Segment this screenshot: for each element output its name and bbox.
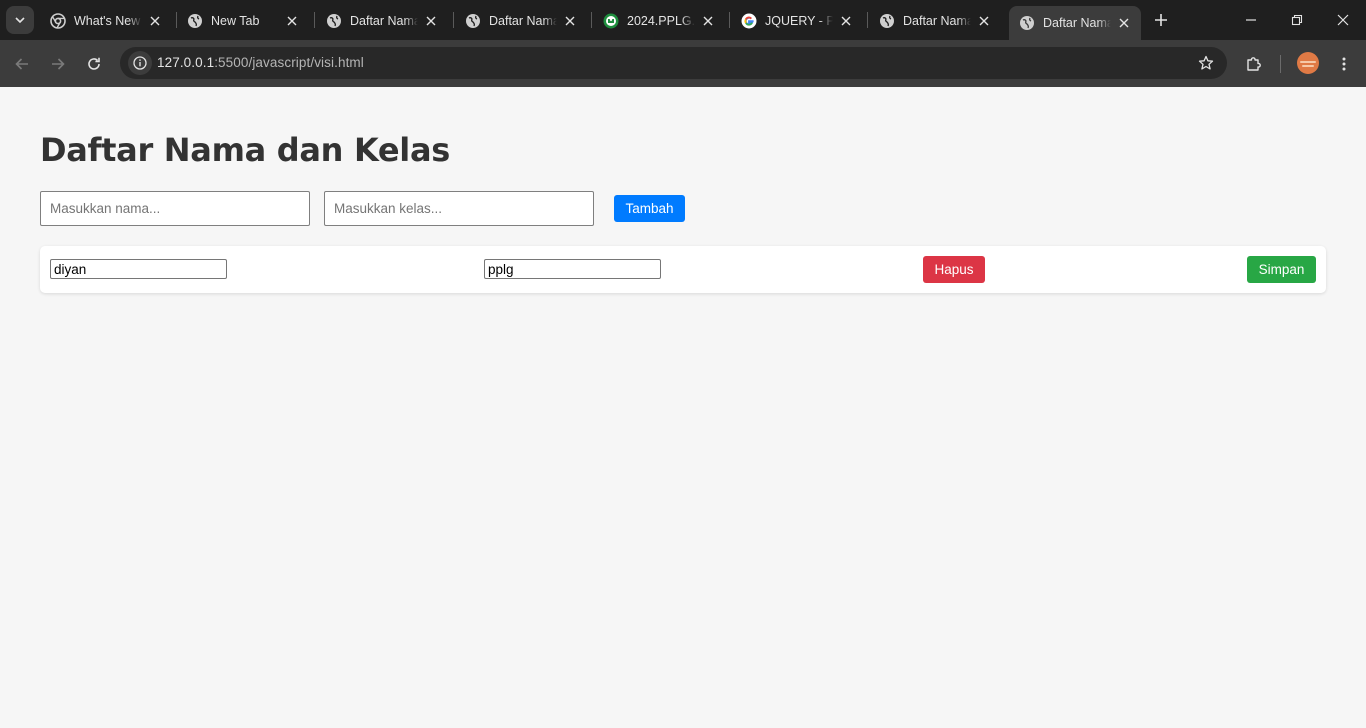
tab-classroom[interactable]: 2024.PPLG.DIYAN	[593, 6, 725, 36]
tab-search-button[interactable]	[6, 6, 34, 34]
globe-icon	[1019, 15, 1035, 31]
tab-title: What's New	[74, 14, 141, 28]
back-button[interactable]	[8, 50, 36, 78]
add-button[interactable]: Tambah	[614, 195, 685, 222]
more-vertical-icon	[1342, 57, 1346, 71]
tab-title: 2024.PPLG.DIYAN	[627, 14, 695, 28]
chrome-icon	[50, 13, 66, 29]
close-window-button[interactable]	[1320, 0, 1366, 40]
url-text[interactable]: 127.0.0.1:5500/javascript/visi.html	[157, 55, 364, 70]
reload-icon	[88, 57, 100, 70]
page-title: Daftar Nama dan Kelas	[40, 131, 451, 169]
tab-title: Daftar Nama dan Kelas	[489, 14, 557, 28]
close-icon[interactable]	[146, 12, 164, 30]
tab-divider	[314, 12, 315, 28]
close-icon	[1337, 14, 1349, 26]
minimize-button[interactable]	[1228, 0, 1274, 40]
menu-button[interactable]	[1330, 50, 1358, 78]
close-icon[interactable]	[1115, 14, 1133, 32]
tab-whats-new[interactable]: What's New	[40, 6, 172, 36]
tab-title: New Tab	[211, 14, 260, 28]
globe-icon	[879, 13, 895, 29]
site-info-button[interactable]	[128, 51, 152, 75]
globe-icon	[187, 13, 203, 29]
minimize-icon	[1246, 19, 1256, 21]
page-content: Daftar Nama dan Kelas Tambah Hapus Simpa…	[0, 87, 1366, 728]
classroom-icon	[603, 13, 619, 29]
info-icon	[133, 56, 147, 70]
tab-divider	[591, 12, 592, 28]
globe-icon	[465, 13, 481, 29]
url-path: :5500/javascript/visi.html	[214, 55, 364, 70]
chevron-down-icon	[15, 17, 25, 24]
toolbar-divider	[1280, 55, 1281, 73]
tab-divider	[453, 12, 454, 28]
close-icon[interactable]	[837, 12, 855, 30]
globe-icon	[326, 13, 342, 29]
google-icon	[741, 13, 757, 29]
forward-button[interactable]	[44, 50, 72, 78]
arrow-right-icon	[52, 58, 65, 70]
restore-icon	[1291, 14, 1303, 26]
bookmark-button[interactable]	[1195, 52, 1217, 74]
plus-icon	[1155, 14, 1167, 26]
name-input[interactable]	[40, 191, 310, 226]
tab-divider	[729, 12, 730, 28]
close-icon[interactable]	[699, 12, 717, 30]
tab-daftar-nama-1[interactable]: Daftar Nama dan Kelas	[316, 6, 448, 36]
new-tab-button[interactable]	[1150, 9, 1172, 31]
browser-toolbar: 127.0.0.1:5500/javascript/visi.html	[0, 40, 1366, 87]
list-item: Hapus Simpan	[40, 246, 1326, 293]
close-icon[interactable]	[283, 12, 301, 30]
row-class-field[interactable]	[484, 259, 661, 279]
reload-button[interactable]	[80, 50, 108, 78]
tab-new-tab[interactable]: New Tab	[177, 6, 309, 36]
tab-divider	[867, 12, 868, 28]
tab-title: Daftar Nama dan Kelas	[903, 14, 971, 28]
tab-daftar-nama-3[interactable]: Daftar Nama dan Kelas	[869, 6, 1001, 36]
row-name-field[interactable]	[50, 259, 227, 279]
tab-title: Daftar Nama dan Kelas	[1043, 16, 1111, 30]
tab-title: JQUERY - Paper	[765, 14, 833, 28]
tab-title: Daftar Nama dan Kelas	[350, 14, 418, 28]
tab-strip: What's New New Tab Daftar Nama dan Kelas…	[0, 0, 1366, 40]
close-icon[interactable]	[561, 12, 579, 30]
address-bar[interactable]: 127.0.0.1:5500/javascript/visi.html	[120, 47, 1227, 79]
save-button[interactable]: Simpan	[1247, 256, 1316, 283]
close-icon[interactable]	[422, 12, 440, 30]
avatar[interactable]	[1297, 52, 1319, 74]
puzzle-icon	[1247, 57, 1261, 71]
class-input[interactable]	[324, 191, 594, 226]
arrow-left-icon	[15, 58, 28, 70]
extensions-button[interactable]	[1240, 50, 1268, 78]
url-host: 127.0.0.1	[157, 55, 215, 70]
tab-jquery[interactable]: JQUERY - Paper	[731, 6, 863, 36]
close-icon[interactable]	[975, 12, 993, 30]
restore-button[interactable]	[1274, 0, 1320, 40]
star-icon	[1198, 55, 1214, 70]
delete-button[interactable]: Hapus	[923, 256, 985, 283]
tab-daftar-nama-2[interactable]: Daftar Nama dan Kelas	[455, 6, 587, 36]
tab-daftar-nama-active[interactable]: Daftar Nama dan Kelas	[1009, 6, 1141, 40]
